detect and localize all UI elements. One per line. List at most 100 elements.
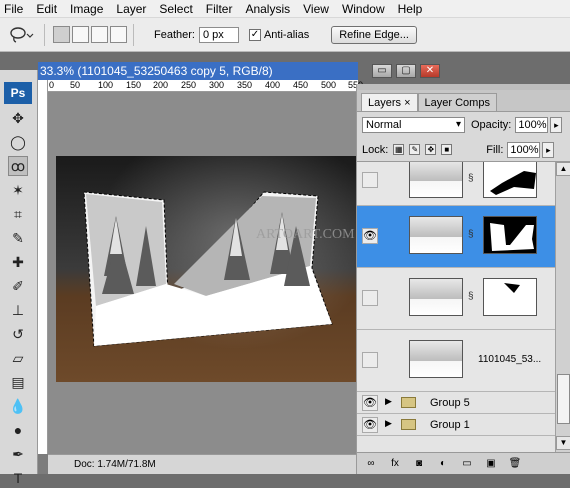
delete-layer-icon[interactable]: 🗑 — [507, 457, 523, 471]
layer-mask-thumbnail[interactable] — [483, 278, 537, 316]
lasso-tool-preset-icon[interactable] — [8, 23, 38, 47]
tab-layers-label: Layers — [368, 97, 402, 109]
add-to-selection-button[interactable] — [72, 26, 89, 43]
crop-tool-icon[interactable]: ⌗ — [8, 204, 28, 224]
ruler-tick: 250 — [181, 80, 197, 90]
ruler-tick: 300 — [209, 80, 225, 90]
intersect-selection-button[interactable] — [110, 26, 127, 43]
window-controls: ▭ ▢ ✕ — [372, 64, 440, 78]
new-group-icon[interactable]: ▭ — [459, 457, 475, 471]
blur-tool-icon[interactable]: 💧 — [8, 396, 28, 416]
expand-triangle-icon[interactable]: ▶ — [385, 418, 392, 429]
ruler-tick: 50 — [70, 80, 81, 90]
clone-stamp-tool-icon[interactable]: ⊥ — [8, 300, 28, 320]
layer-row[interactable]: 1101045_53... — [357, 330, 555, 392]
menu-view[interactable]: View — [303, 2, 329, 16]
layers-scrollbar[interactable]: ▲ ▼ — [555, 162, 570, 452]
document-title[interactable]: 33.3% (1101045_53250463 copy 5, RGB/8) — [38, 62, 358, 80]
lock-all-icon[interactable]: ■ — [441, 144, 453, 155]
adjustment-layer-icon[interactable]: ◐ — [435, 457, 451, 471]
tab-layers[interactable]: Layers × — [361, 93, 418, 111]
status-bar: Doc: 1.74M/71.8M — [48, 454, 358, 474]
menu-analysis[interactable]: Analysis — [245, 2, 290, 16]
eye-icon[interactable]: 👁 — [362, 228, 378, 244]
expand-triangle-icon[interactable]: ▶ — [385, 396, 392, 407]
antialias-checkbox[interactable]: ✓ Anti-alias — [248, 28, 309, 41]
menu-help[interactable]: Help — [398, 2, 423, 16]
lock-label: Lock: — [362, 143, 389, 156]
marquee-tool-icon[interactable]: ◯ — [8, 132, 28, 152]
brush-tool-icon[interactable]: ✐ — [8, 276, 28, 296]
doc-size-status[interactable]: Doc: 1.74M/71.8M — [74, 459, 156, 470]
scroll-up-icon[interactable]: ▲ — [556, 162, 570, 176]
link-layers-icon[interactable]: ∞ — [363, 457, 379, 471]
restore-button[interactable]: ▢ — [396, 64, 416, 78]
group-row[interactable]: 👁 ▶ Group 1 — [357, 414, 555, 436]
menu-filter[interactable]: Filter — [206, 2, 233, 16]
move-tool-icon[interactable]: ✥ — [8, 108, 28, 128]
dodge-tool-icon[interactable]: ● — [8, 420, 28, 440]
minimize-button[interactable]: ▭ — [372, 64, 392, 78]
folder-icon — [401, 397, 416, 408]
fill-input[interactable]: 100% — [507, 141, 541, 158]
layer-style-icon[interactable]: fx — [387, 457, 403, 471]
canvas-photo[interactable]: ARTOART.COM — [56, 156, 358, 382]
subtract-from-selection-button[interactable] — [91, 26, 108, 43]
opacity-input[interactable]: 100% — [515, 117, 549, 133]
tab-layer-comps[interactable]: Layer Comps — [417, 93, 497, 111]
eye-icon[interactable]: 👁 — [362, 395, 378, 411]
healing-brush-tool-icon[interactable]: ✚ — [8, 252, 28, 272]
type-tool-icon[interactable]: T — [8, 468, 28, 488]
history-brush-tool-icon[interactable]: ↺ — [8, 324, 28, 344]
layer-thumbnail — [409, 162, 463, 198]
canvas-area[interactable]: ARTOART.COM — [48, 92, 358, 454]
menu-image[interactable]: Image — [70, 2, 103, 16]
close-button[interactable]: ✕ — [420, 64, 440, 78]
blend-mode-select[interactable]: Normal — [362, 117, 465, 133]
gradient-tool-icon[interactable]: ▤ — [8, 372, 28, 392]
folder-icon — [401, 419, 416, 430]
group-row[interactable]: 👁 ▶ Group 5 — [357, 392, 555, 414]
opacity-arrow-icon[interactable]: ▸ — [550, 117, 563, 133]
group-name[interactable]: Group 5 — [430, 397, 470, 409]
layer-mask-thumbnail[interactable] — [483, 162, 537, 198]
lock-position-icon[interactable]: ✥ — [425, 144, 437, 155]
tab-close-icon[interactable]: × — [404, 97, 410, 109]
menu-file[interactable]: File — [4, 2, 23, 16]
lock-image-icon[interactable]: ✎ — [409, 144, 421, 155]
visibility-toggle[interactable] — [362, 172, 378, 188]
lasso-tool-icon[interactable]: ꝏ — [8, 156, 28, 176]
layer-row[interactable]: § — [357, 162, 555, 206]
options-bar: Feather: 0 px ✓ Anti-alias Refine Edge..… — [0, 18, 570, 52]
eraser-tool-icon[interactable]: ▱ — [8, 348, 28, 368]
fill-arrow-icon[interactable]: ▸ — [542, 141, 555, 158]
menu-select[interactable]: Select — [159, 2, 192, 16]
scroll-thumb[interactable] — [557, 374, 570, 424]
magic-wand-tool-icon[interactable]: ✶ — [8, 180, 28, 200]
ruler-tick: 150 — [126, 80, 142, 90]
layer-name[interactable]: 1101045_53... — [478, 354, 541, 365]
layer-row[interactable]: § — [357, 268, 555, 330]
visibility-toggle[interactable] — [362, 352, 378, 368]
add-mask-icon[interactable]: ◙ — [411, 457, 427, 471]
separator — [133, 23, 134, 46]
antialias-check-icon: ✓ — [248, 28, 261, 41]
blend-row: Normal Opacity: 100% ▸ — [357, 112, 570, 138]
visibility-toggle[interactable] — [362, 290, 378, 306]
new-selection-button[interactable] — [53, 26, 70, 43]
layer-mask-thumbnail[interactable] — [483, 216, 537, 254]
eye-icon[interactable]: 👁 — [362, 417, 378, 433]
menu-window[interactable]: Window — [342, 2, 385, 16]
menu-layer[interactable]: Layer — [116, 2, 146, 16]
new-layer-icon[interactable]: ▣ — [483, 457, 499, 471]
refine-edge-button[interactable]: Refine Edge... — [331, 25, 417, 44]
group-name[interactable]: Group 1 — [430, 419, 470, 431]
ruler-tick: 400 — [265, 80, 281, 90]
eyedropper-tool-icon[interactable]: ✎ — [8, 228, 28, 248]
scroll-down-icon[interactable]: ▼ — [556, 436, 570, 450]
lock-transparent-icon[interactable]: ▦ — [393, 144, 405, 155]
menu-edit[interactable]: Edit — [36, 2, 57, 16]
feather-input[interactable]: 0 px — [198, 26, 239, 43]
pen-tool-icon[interactable]: ✒ — [8, 444, 28, 464]
layer-row-selected[interactable]: 👁 § — [357, 206, 555, 268]
